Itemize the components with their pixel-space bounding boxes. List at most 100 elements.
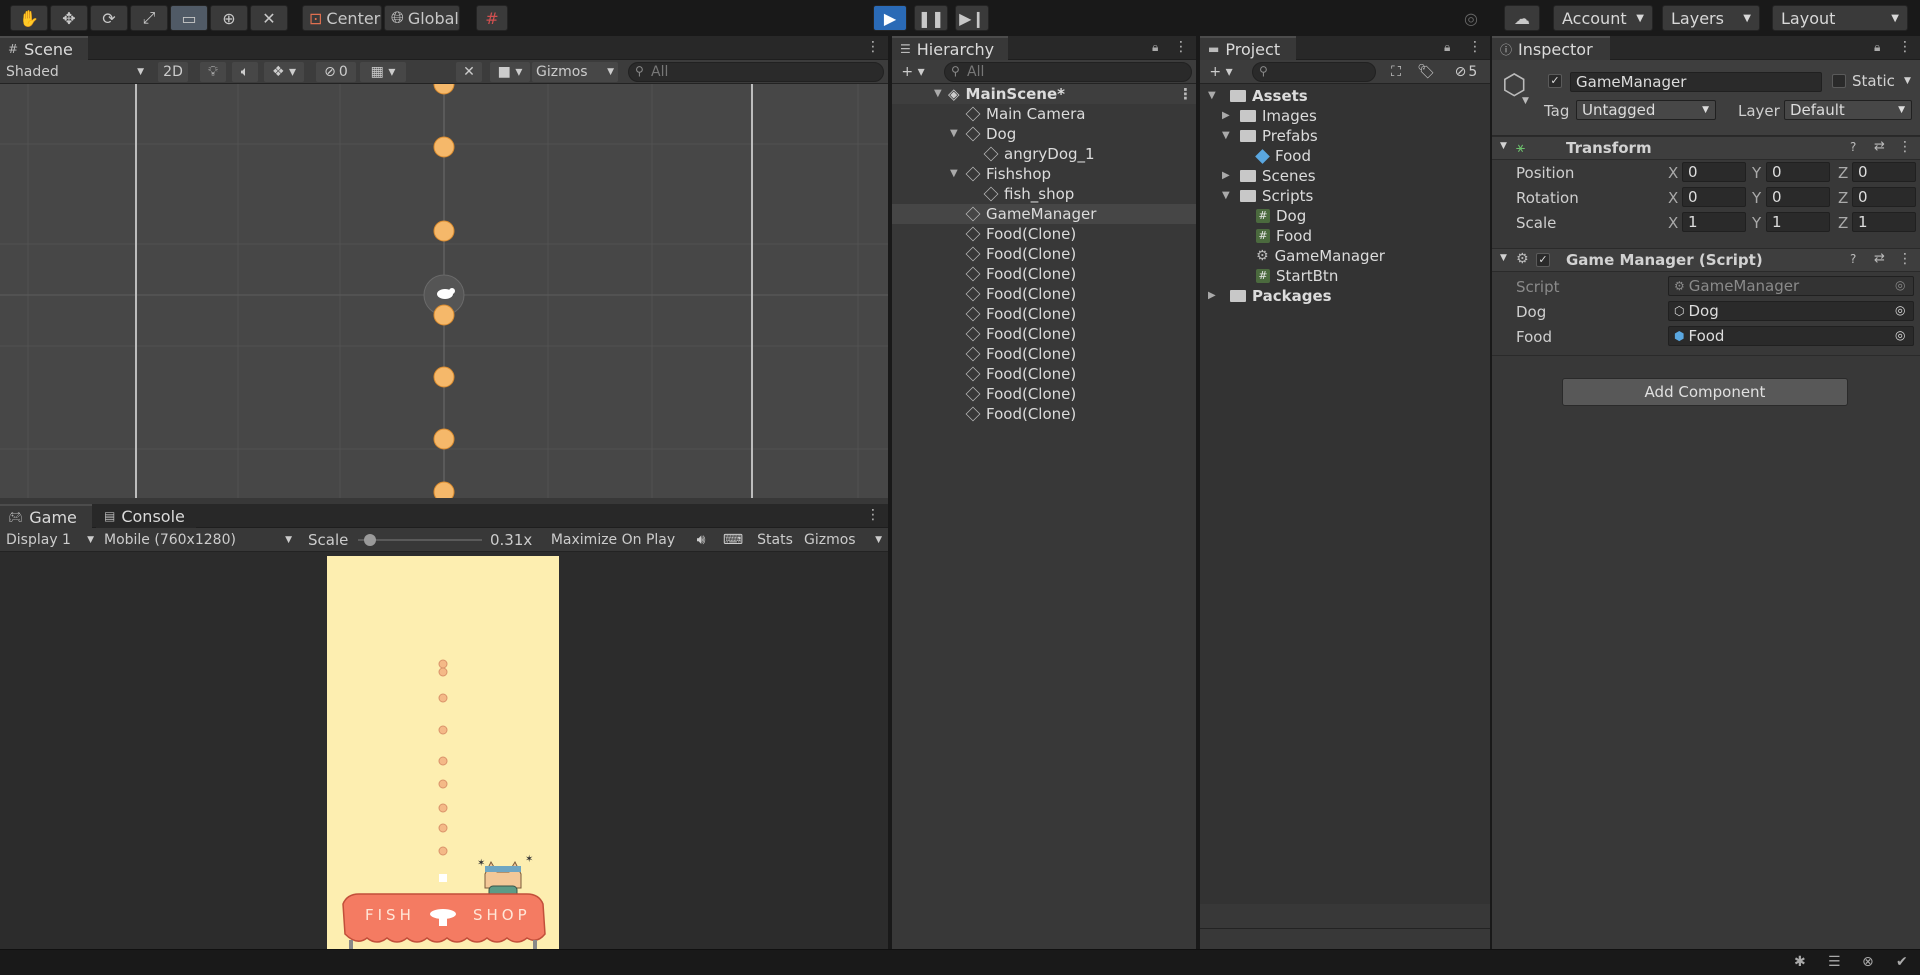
more-icon[interactable]: ⋮	[1898, 39, 1912, 55]
maximize-on-play-toggle[interactable]: Maximize On Play	[544, 530, 682, 550]
bug-icon[interactable]: ✱	[1794, 954, 1806, 970]
target-icon[interactable]: ◎	[1895, 303, 1905, 317]
chevron-down-icon[interactable]: ▼	[1522, 96, 1529, 106]
hierarchy-item-food-clone[interactable]: Food(Clone)	[965, 224, 1076, 244]
dog-reference-field[interactable]: ⬡ Dog ◎	[1668, 301, 1914, 321]
chevron-down-icon[interactable]: ▼	[934, 88, 942, 99]
chevron-right-icon[interactable]: ▶	[1208, 290, 1216, 301]
scale-x-field[interactable]: 1	[1682, 212, 1746, 232]
audio-toggle[interactable]: 🔈︎	[232, 62, 258, 82]
hierarchy-item-food-clone[interactable]: Food(Clone)	[965, 404, 1076, 424]
target-icon[interactable]: ◎	[1895, 328, 1905, 342]
chevron-down-icon[interactable]: ▼	[1222, 190, 1230, 201]
project-item-assets[interactable]: ▼ Assets	[1208, 86, 1308, 106]
layer-dropdown[interactable]: Default ▼	[1784, 100, 1912, 120]
active-checkbox[interactable]: ✓	[1548, 74, 1562, 88]
hierarchy-item-dog[interactable]: ▼ Dog	[950, 124, 1016, 144]
game-view[interactable]: ✶ ✶ FISH SHOP	[327, 556, 559, 949]
custom-tool-button[interactable]: ✕	[250, 5, 288, 31]
account-dropdown[interactable]: Account ▼	[1553, 5, 1653, 31]
tools-overlay-button[interactable]: ✕	[456, 62, 482, 82]
more-icon[interactable]: ⋮	[866, 507, 880, 523]
scale-tool-button[interactable]: ⤢	[130, 5, 168, 31]
project-item-scenes[interactable]: ▶ Scenes	[1222, 166, 1316, 186]
move-tool-button[interactable]: ✥	[50, 5, 88, 31]
stats-toggle[interactable]: Stats	[752, 530, 798, 550]
position-x-field[interactable]: 0	[1682, 162, 1746, 182]
project-item-gamemanager-script[interactable]: ⚙ GameManager	[1256, 246, 1385, 266]
layers-icon[interactable]: ☰	[1828, 954, 1841, 970]
rotation-z-field[interactable]: 0	[1852, 187, 1916, 207]
tab-inspector[interactable]: ⓘ Inspector	[1492, 36, 1610, 60]
static-checkbox[interactable]	[1832, 74, 1846, 88]
rotate-tool-button[interactable]: ⟳	[90, 5, 128, 31]
project-item-images[interactable]: ▶ Images	[1222, 106, 1317, 126]
project-item-prefabs[interactable]: ▼ Prefabs	[1222, 126, 1318, 146]
layers-dropdown[interactable]: Layers ▼	[1662, 5, 1760, 31]
resolution-dropdown[interactable]: Mobile (760x1280) ▼	[100, 530, 296, 550]
lock-icon[interactable]: 🔒︎	[1444, 40, 1450, 55]
lock-icon[interactable]: 🔒︎	[1874, 40, 1880, 55]
chevron-down-icon[interactable]: ▼	[950, 168, 958, 179]
create-asset-button[interactable]: + ▾	[1204, 62, 1238, 82]
object-name-field[interactable]: GameManager	[1570, 72, 1822, 92]
add-component-button[interactable]: Add Component	[1562, 378, 1848, 406]
chevron-down-icon[interactable]: ▼	[1208, 90, 1216, 101]
filter-type-button[interactable]: ⛶	[1384, 62, 1408, 82]
game-gizmos-dropdown[interactable]: Gizmos ▼	[800, 530, 886, 550]
transform-header[interactable]: ▼ ⚹ Transform ? ⇄ ⋮	[1492, 136, 1920, 160]
hierarchy-item-main-camera[interactable]: Main Camera	[965, 104, 1085, 124]
help-icon[interactable]: ?	[1850, 140, 1856, 154]
lock-icon[interactable]: 🔒︎	[1152, 40, 1158, 55]
hierarchy-item-food-clone[interactable]: Food(Clone)	[965, 264, 1076, 284]
scale-slider-handle[interactable]	[363, 534, 376, 546]
position-z-field[interactable]: 0	[1852, 162, 1916, 182]
rect-tool-button[interactable]: ▭	[170, 5, 208, 31]
hierarchy-item-food-clone[interactable]: Food(Clone)	[965, 324, 1076, 344]
chevron-down-icon[interactable]: ▼	[1904, 76, 1911, 86]
hierarchy-item-gamemanager[interactable]: GameManager	[892, 204, 1196, 224]
more-icon[interactable]: ⋮	[1898, 251, 1912, 267]
scale-slider[interactable]	[358, 534, 482, 546]
more-icon[interactable]: ⋮	[1468, 39, 1482, 55]
chevron-down-icon[interactable]: ▼	[950, 128, 958, 139]
lighting-toggle[interactable]: 💡︎	[200, 62, 226, 82]
chevron-right-icon[interactable]: ▶	[1222, 110, 1230, 121]
2d-toggle[interactable]: 2D	[158, 62, 188, 82]
scene-viewport[interactable]	[0, 84, 888, 498]
chevron-down-icon[interactable]: ▼	[1222, 130, 1230, 141]
hierarchy-item-food-clone[interactable]: Food(Clone)	[965, 304, 1076, 324]
project-item-startbtn-script[interactable]: # StartBtn	[1256, 266, 1338, 286]
scene-root-row[interactable]: ▼ ◈ MainScene* ⋮	[892, 84, 1196, 104]
project-item-packages[interactable]: ▶ Packages	[1208, 286, 1332, 306]
hierarchy-item-food-clone[interactable]: Food(Clone)	[965, 284, 1076, 304]
hierarchy-item-angrydog[interactable]: angryDog_1	[983, 144, 1095, 164]
grid-dropdown[interactable]: ▦ ▾	[360, 62, 406, 82]
hierarchy-item-food-clone[interactable]: Food(Clone)	[965, 244, 1076, 264]
more-icon[interactable]: ⋮	[1898, 139, 1912, 155]
project-item-food-prefab[interactable]: Food	[1255, 146, 1311, 166]
network-icon[interactable]: ⊗	[1862, 954, 1874, 970]
scale-y-field[interactable]: 1	[1766, 212, 1830, 232]
tab-game[interactable]: 🎮︎ Game	[0, 504, 92, 528]
presets-icon[interactable]: ⇄	[1874, 251, 1885, 266]
tab-scene[interactable]: # Scene	[0, 36, 88, 60]
food-reference-field[interactable]: ⬢ Food ◎	[1668, 326, 1914, 346]
grid-snap-button[interactable]: #	[476, 5, 508, 31]
pivot-center-toggle[interactable]: ⊡ Center	[302, 5, 382, 31]
transform-tool-button[interactable]: ⊕	[210, 5, 248, 31]
component-enabled-checkbox[interactable]: ✓	[1536, 253, 1550, 267]
more-icon[interactable]: ⋮	[866, 39, 880, 55]
more-icon[interactable]: ⋮	[1178, 85, 1193, 103]
collab-button[interactable]: ◎	[1456, 5, 1486, 31]
project-item-scripts[interactable]: ▼ Scripts	[1222, 186, 1313, 206]
mute-audio-toggle[interactable]: 🔊︎	[688, 530, 714, 550]
project-item-food-script[interactable]: # Food	[1256, 226, 1312, 246]
play-button[interactable]: ▶	[873, 5, 907, 31]
hierarchy-item-food-clone[interactable]: Food(Clone)	[965, 364, 1076, 384]
hierarchy-item-food-clone[interactable]: Food(Clone)	[965, 384, 1076, 404]
presets-icon[interactable]: ⇄	[1874, 139, 1885, 154]
tab-hierarchy[interactable]: ☰ Hierarchy	[892, 36, 1008, 60]
camera-dropdown[interactable]: ■ ▾	[490, 62, 530, 82]
hierarchy-item-fishshop[interactable]: ▼ Fishshop	[950, 164, 1051, 184]
